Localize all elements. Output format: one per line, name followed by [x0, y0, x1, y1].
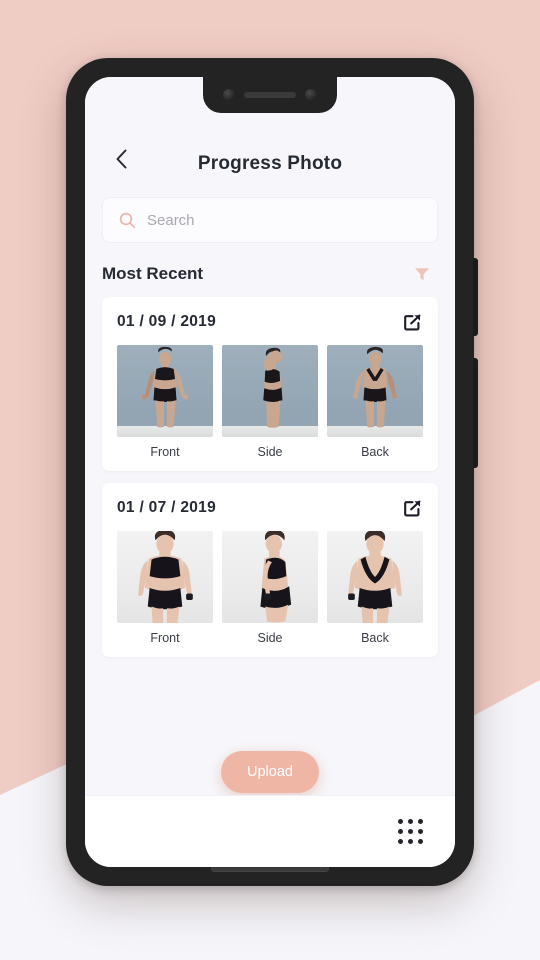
thumbnail-cell: Back [327, 345, 423, 459]
grid-dot [398, 819, 403, 824]
filter-button[interactable] [409, 261, 435, 287]
volume-button[interactable] [473, 258, 478, 336]
thumbnail-label: Side [257, 445, 283, 459]
thumbnail-cell: Front [117, 531, 213, 645]
grid-dot [408, 819, 413, 824]
chevron-left-icon [116, 149, 126, 169]
power-button[interactable] [473, 358, 478, 468]
section-title: Most Recent [102, 264, 204, 283]
phone-notch [203, 77, 337, 113]
bottom-bar [85, 795, 455, 867]
grid-dot [398, 829, 403, 834]
figure-front-silhouette [141, 346, 189, 428]
progress-photo-side[interactable] [222, 345, 318, 437]
figure-front-silhouette [138, 531, 193, 623]
thumbnail-cell: Back [327, 531, 423, 645]
thumbnail-label: Back [361, 631, 389, 645]
share-button[interactable] [401, 497, 423, 519]
app-container: Progress Photo Most Recent [85, 77, 455, 867]
card-date: 01 / 07 / 2019 [117, 499, 217, 516]
section-header: Most Recent [85, 243, 455, 297]
thumbnail-row: Front Side Back [117, 531, 423, 645]
share-icon [403, 314, 420, 330]
figure-back-silhouette [352, 346, 398, 428]
card-header: 01 / 07 / 2019 [117, 497, 423, 519]
figure-back-silhouette [348, 531, 402, 623]
page-title: Progress Photo [197, 153, 343, 174]
front-camera-icon [223, 89, 235, 101]
thumbnail-cell: Side [222, 345, 318, 459]
search-box[interactable] [102, 197, 438, 243]
progress-photo-side[interactable] [222, 531, 318, 623]
thumbnail-row: Front Side Back [117, 345, 423, 459]
share-button[interactable] [401, 311, 423, 333]
phone-mockup: Progress Photo Most Recent [66, 58, 478, 886]
progress-photo-back[interactable] [327, 345, 423, 437]
thumbnail-label: Front [150, 631, 180, 645]
thumbnail-cell: Front [117, 345, 213, 459]
grid-dot [408, 829, 413, 834]
share-icon [403, 500, 420, 516]
figure-side-silhouette [260, 531, 292, 623]
upload-button[interactable]: Upload [221, 751, 319, 793]
grid-dot [418, 829, 423, 834]
thumbnail-label: Front [150, 445, 180, 459]
figure-side-silhouette [263, 347, 283, 428]
grid-dot [418, 819, 423, 824]
search-section [85, 189, 455, 243]
progress-photo-back[interactable] [327, 531, 423, 623]
photo-card[interactable]: 01 / 07 / 2019 Front Side Back [102, 483, 438, 657]
grid-dot [408, 839, 413, 844]
thumbnail-cell: Side [222, 531, 318, 645]
thumbnail-label: Side [257, 631, 283, 645]
front-camera-secondary-icon [305, 89, 317, 101]
search-icon [119, 212, 136, 229]
grid-dot [398, 839, 403, 844]
progress-photo-front[interactable] [117, 345, 213, 437]
grid-dot [418, 839, 423, 844]
back-button[interactable] [105, 143, 137, 175]
card-header: 01 / 09 / 2019 [117, 311, 423, 333]
card-date: 01 / 09 / 2019 [117, 313, 217, 330]
phone-screen: Progress Photo Most Recent [85, 77, 455, 867]
progress-photo-front[interactable] [117, 531, 213, 623]
filter-funnel-icon [415, 268, 429, 281]
thumbnail-label: Back [361, 445, 389, 459]
grid-dots-icon[interactable] [398, 819, 423, 844]
photo-card[interactable]: 01 / 09 / 2019 Front Side Back [102, 297, 438, 471]
search-input[interactable] [147, 211, 421, 229]
photo-list[interactable]: 01 / 09 / 2019 Front Side Back 01 / 07 /… [85, 297, 455, 795]
earpiece-speaker [244, 92, 296, 98]
